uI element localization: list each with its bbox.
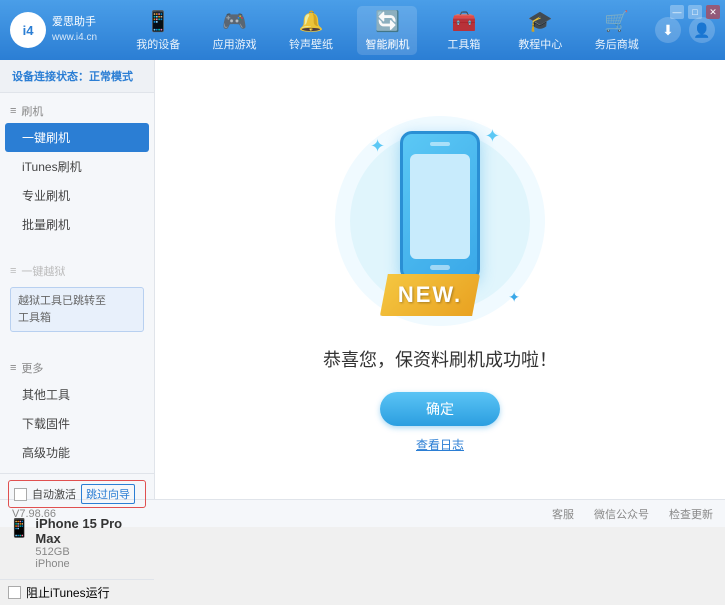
auto-activate-checkbox[interactable]	[14, 488, 27, 501]
sidebar-item-batch-flash[interactable]: 批量刷机	[0, 210, 154, 239]
device-type: iPhone	[35, 558, 146, 570]
my-device-icon: 📱	[146, 9, 171, 34]
nav-item-app-game[interactable]: 🎮 应用游戏	[205, 9, 265, 52]
service-icon: 🛒	[604, 9, 629, 34]
nav-item-ringtone[interactable]: 🔔 铃声壁纸	[281, 9, 341, 52]
nav-item-my-device[interactable]: 📱 我的设备	[128, 9, 188, 52]
logo-area: i4 爱思助手 www.i4.cn	[10, 12, 120, 48]
device-name: iPhone 15 Pro Max	[35, 516, 146, 546]
sidebar: 设备连接状态：正常模式 ≡ 刷机 一键刷机 iTunes刷机 专业刷机 批量刷机…	[0, 60, 155, 499]
auto-activate-label: 自动激活	[32, 486, 76, 502]
header-right: ⬇ 👤	[655, 17, 715, 43]
sparkle-icon-3: ✦	[508, 289, 520, 306]
header: i4 爱思助手 www.i4.cn 📱 我的设备 🎮 应用游戏 🔔 铃声壁纸 🔄…	[0, 0, 725, 60]
flash-section: ≡ 刷机 一键刷机 iTunes刷机 专业刷机 批量刷机	[0, 93, 154, 245]
footer-item-wechat[interactable]: 微信公众号	[594, 506, 649, 522]
close-button[interactable]: ✕	[706, 5, 720, 19]
sidebar-item-advanced[interactable]: 高级功能	[0, 438, 154, 467]
jailbreak-section-title: ≡ 一键越狱	[0, 259, 154, 283]
more-section-title: ≡ 更多	[0, 356, 154, 380]
sidebar-item-one-key-flash[interactable]: 一键刷机	[5, 123, 149, 152]
ringtone-icon: 🔔	[299, 9, 324, 34]
phone-body	[400, 131, 480, 281]
confirm-button[interactable]: 确定	[380, 392, 500, 426]
nav-item-tutorial[interactable]: 🎓 教程中心	[510, 9, 570, 52]
version-label: V7.98.66	[12, 508, 56, 520]
phone-screen	[410, 154, 470, 259]
view-log-link[interactable]: 查看日志	[416, 436, 464, 453]
smart-flash-icon: 🔄	[375, 9, 400, 34]
user-button[interactable]: 👤	[689, 17, 715, 43]
phone-speaker	[430, 142, 450, 146]
device-storage: 512GB	[35, 546, 146, 558]
sidebar-item-pro-flash[interactable]: 专业刷机	[0, 181, 154, 210]
maximize-button[interactable]: □	[688, 5, 702, 19]
status-bar: 设备连接状态：正常模式	[0, 60, 154, 93]
nav-bar: 📱 我的设备 🎮 应用游戏 🔔 铃声壁纸 🔄 智能刷机 🧰 工具箱 🎓	[120, 6, 655, 55]
main-layout: 设备连接状态：正常模式 ≡ 刷机 一键刷机 iTunes刷机 专业刷机 批量刷机…	[0, 60, 725, 499]
sidebar-item-download-firm[interactable]: 下载固件	[0, 409, 154, 438]
window-controls: — □ ✕	[670, 5, 720, 19]
device-area: 自动激活 跳过向导 📱 iPhone 15 Pro Max 512GB iPho…	[0, 473, 154, 579]
app-game-icon: 🎮	[222, 9, 247, 34]
tutorial-icon: 🎓	[528, 9, 553, 34]
sidebar-item-itunes-flash[interactable]: iTunes刷机	[0, 152, 154, 181]
sparkle-icon-1: ✦	[370, 136, 385, 157]
new-ribbon-text: ✦ NEW. ✦	[380, 274, 480, 316]
itunes-block-label: 阻止iTunes运行	[26, 584, 110, 601]
guide-skip-button[interactable]: 跳过向导	[81, 484, 135, 504]
flash-section-title: ≡ 刷机	[0, 99, 154, 123]
logo-text: 爱思助手 www.i4.cn	[52, 15, 97, 44]
footer-item-check-update[interactable]: 检查更新	[669, 506, 713, 522]
sidebar-item-other-tools[interactable]: 其他工具	[0, 380, 154, 409]
more-section: ≡ 更多 其他工具 下载固件 高级功能	[0, 350, 154, 473]
sparkle-icon-2: ✦	[485, 126, 500, 147]
logo-icon: i4	[10, 12, 46, 48]
new-badge: ✦ NEW. ✦	[380, 274, 480, 316]
content-area: ✦ ✦ ✦ ✦ NEW. ✦ 恭喜您，保资料刷机成功啦！ 确定	[155, 60, 725, 499]
auto-activate-row: 自动激活 跳过向导	[8, 480, 146, 508]
phone-home	[430, 265, 450, 270]
minimize-button[interactable]: —	[670, 5, 684, 19]
toolbox-icon: 🧰	[451, 9, 476, 34]
footer-item-feedback[interactable]: 客服	[552, 506, 574, 522]
success-message: 恭喜您，保资料刷机成功啦！	[323, 346, 557, 372]
phone-illustration	[395, 131, 485, 291]
download-button[interactable]: ⬇	[655, 17, 681, 43]
itunes-row: 阻止iTunes运行	[0, 579, 154, 605]
nav-item-service[interactable]: 🛒 务后商城	[587, 9, 647, 52]
itunes-block-checkbox[interactable]	[8, 586, 21, 599]
device-details: iPhone 15 Pro Max 512GB iPhone	[35, 516, 146, 570]
device-phone-icon: 📱	[8, 518, 30, 539]
jailbreak-section: ≡ 一键越狱 越狱工具已跳转至工具箱	[0, 253, 154, 342]
nav-item-smart-flash[interactable]: 🔄 智能刷机	[357, 6, 417, 55]
jailbreak-notice: 越狱工具已跳转至工具箱	[10, 287, 144, 332]
nav-item-toolbox[interactable]: 🧰 工具箱	[434, 9, 494, 52]
device-info: 📱 iPhone 15 Pro Max 512GB iPhone	[8, 513, 146, 573]
success-illustration: ✦ ✦ ✦ ✦ NEW. ✦	[330, 106, 550, 336]
